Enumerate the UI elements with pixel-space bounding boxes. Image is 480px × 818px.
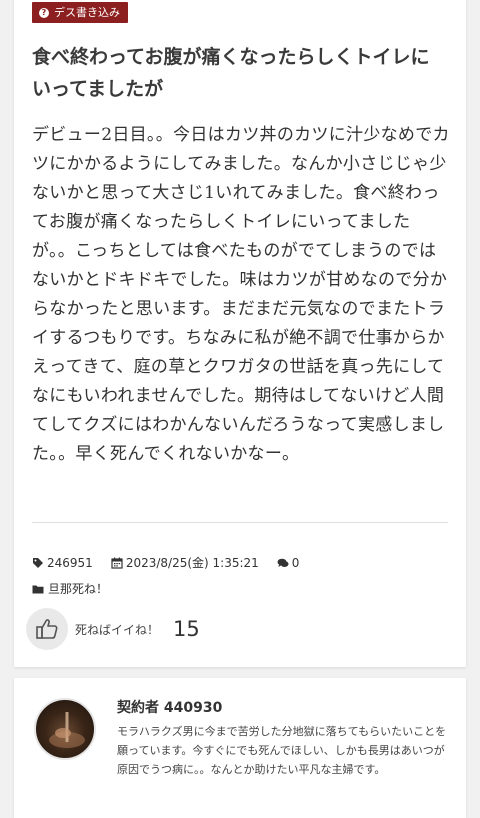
like-section: 死ねばイイね！ 15 bbox=[26, 608, 200, 650]
post-tag[interactable]: 旦那死ね！ bbox=[32, 580, 108, 597]
comment-count[interactable]: 0 bbox=[277, 555, 300, 570]
like-count: 15 bbox=[173, 617, 200, 641]
tag-icon bbox=[33, 557, 43, 568]
comment-count-value: 0 bbox=[291, 555, 300, 570]
like-label: 死ねばイイね！ bbox=[75, 622, 160, 637]
question-circle-icon: ? bbox=[39, 7, 49, 18]
avatar[interactable] bbox=[34, 698, 96, 760]
post-tag-label: 旦那死ね！ bbox=[48, 582, 109, 596]
post-id-value: 246951 bbox=[47, 555, 93, 570]
post-body: デビュー2日目。。今日はカツ丼のカツに汁少なめでカツにかかるようにしてみました。… bbox=[32, 125, 450, 464]
divider bbox=[32, 522, 448, 523]
author-name[interactable]: 契約者 440930 bbox=[117, 697, 222, 717]
comments-icon bbox=[277, 558, 289, 567]
avatar-image bbox=[49, 712, 85, 748]
post-id: 246951 bbox=[32, 556, 93, 570]
author-bio: モラハラクズ男に今まで苦労した分地獄に落ちてもらいたいことを願っています。今すぐ… bbox=[117, 725, 447, 776]
thumbs-up-icon bbox=[36, 619, 58, 639]
category-label: デス書き込み bbox=[54, 5, 120, 19]
folder-icon bbox=[32, 585, 44, 593]
like-button[interactable] bbox=[26, 608, 68, 650]
post-date: 2023/8/25(金) 1:35:21 bbox=[111, 554, 259, 571]
post-date-value: 2023/8/25(金) 1:35:21 bbox=[125, 556, 259, 570]
post-card: ? デス書き込み 食べ終わってお腹が痛くなったらしくトイレにいってましたが デビ… bbox=[14, 0, 466, 667]
author-card: 契約者 440930 モラハラクズ男に今まで苦労した分地獄に落ちてもらいたいこと… bbox=[14, 678, 466, 818]
category-badge[interactable]: ? デス書き込み bbox=[32, 2, 128, 23]
calendar-icon bbox=[111, 557, 123, 569]
post-meta: 246951 2023/8/25(金) 1:35:21 0 bbox=[32, 554, 317, 571]
post-title: 食べ終わってお腹が痛くなったらしくトイレにいってましたが bbox=[32, 46, 430, 100]
